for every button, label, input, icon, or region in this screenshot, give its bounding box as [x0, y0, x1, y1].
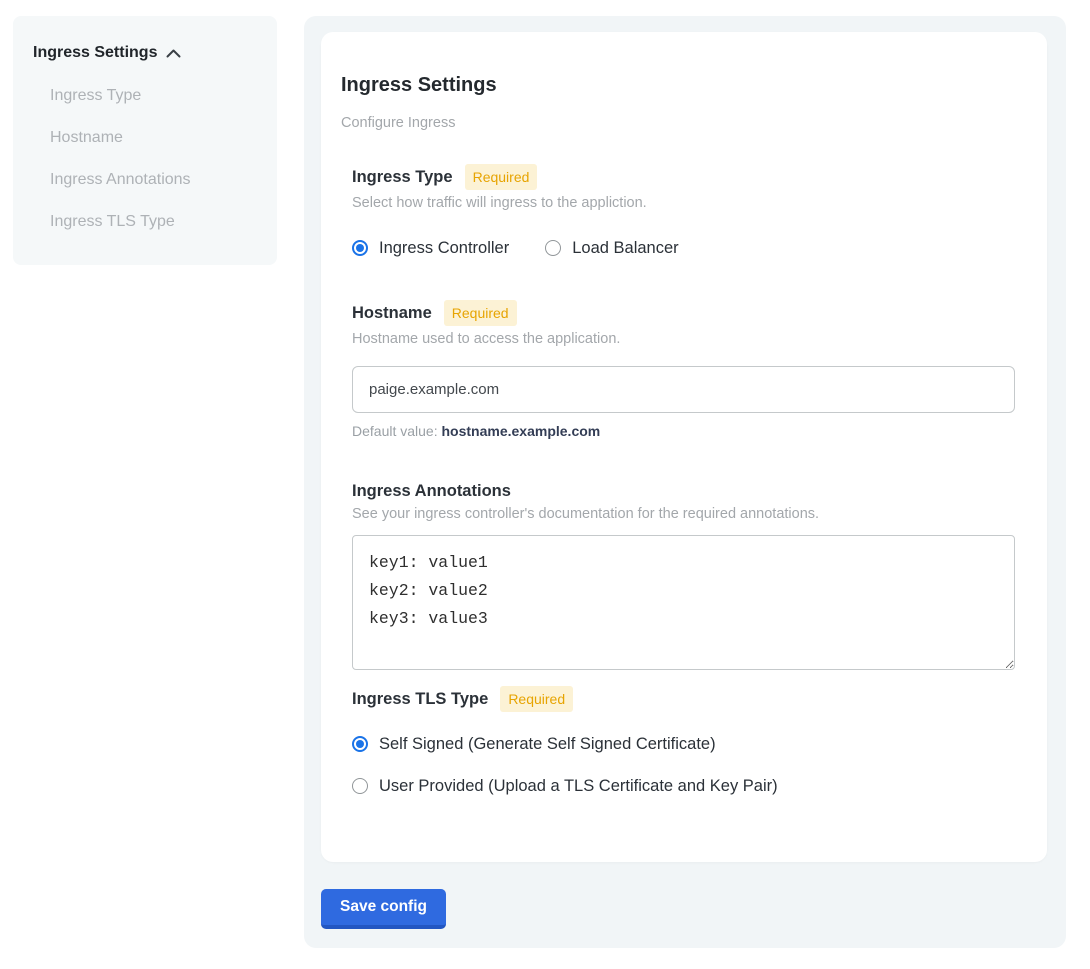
radio-option-ingress-controller[interactable]: Ingress Controller: [352, 238, 509, 258]
required-badge: Required: [444, 300, 517, 326]
sidebar-group-ingress-settings[interactable]: Ingress Settings: [33, 44, 257, 62]
required-badge: Required: [465, 164, 538, 190]
section-ingress-annotations: Ingress Annotations See your ingress con…: [352, 481, 1027, 670]
sidebar-item-ingress-annotations[interactable]: Ingress Annotations: [50, 171, 257, 189]
radio-option-self-signed[interactable]: Self Signed (Generate Self Signed Certif…: [352, 734, 1027, 754]
radio-label[interactable]: Self Signed (Generate Self Signed Certif…: [379, 734, 716, 754]
radio-option-user-provided[interactable]: User Provided (Upload a TLS Certificate …: [352, 776, 1027, 796]
sidebar-group-label: Ingress Settings: [33, 44, 157, 62]
radio-button-icon[interactable]: [352, 240, 368, 256]
radio-option-load-balancer[interactable]: Load Balancer: [545, 238, 678, 258]
save-config-button[interactable]: Save config: [321, 889, 446, 929]
section-help-text: See your ingress controller's documentat…: [352, 505, 1027, 523]
default-value-text: hostname.example.com: [442, 423, 601, 439]
ingress-annotations-textarea[interactable]: key1: value1 key2: value2 key3: value3: [352, 535, 1015, 670]
section-heading-ingress-tls-type: Ingress TLS Type Required: [352, 686, 1027, 712]
section-label: Hostname: [352, 303, 432, 323]
radio-label[interactable]: Ingress Controller: [379, 238, 509, 258]
radio-label[interactable]: Load Balancer: [572, 238, 678, 258]
hostname-default-line: Default value: hostname.example.com: [352, 423, 1027, 440]
page-subtitle: Configure Ingress: [341, 114, 1027, 132]
section-help-text: Hostname used to access the application.: [352, 330, 1027, 348]
config-panel: Ingress Settings Configure Ingress Ingre…: [304, 16, 1066, 948]
radio-label[interactable]: User Provided (Upload a TLS Certificate …: [379, 776, 778, 796]
section-ingress-tls-type: Ingress TLS Type Required Self Signed (G…: [352, 686, 1027, 796]
page-title: Ingress Settings: [341, 73, 1027, 97]
section-ingress-type: Ingress Type Required Select how traffic…: [352, 164, 1027, 258]
sidebar-item-list: Ingress Type Hostname Ingress Annotation…: [33, 87, 257, 231]
sidebar-item-ingress-tls-type[interactable]: Ingress TLS Type: [50, 213, 257, 231]
section-label: Ingress Type: [352, 167, 453, 187]
radio-button-icon[interactable]: [352, 736, 368, 752]
radio-button-icon[interactable]: [545, 240, 561, 256]
sidebar-item-ingress-type[interactable]: Ingress Type: [50, 87, 257, 105]
section-heading-ingress-annotations: Ingress Annotations: [352, 481, 1027, 501]
default-value-label: Default value:: [352, 423, 438, 439]
section-label: Ingress TLS Type: [352, 689, 488, 709]
hostname-input[interactable]: [352, 366, 1015, 413]
chevron-up-icon: [166, 49, 181, 58]
section-label: Ingress Annotations: [352, 481, 511, 501]
section-help-text: Select how traffic will ingress to the a…: [352, 194, 1027, 212]
section-heading-hostname: Hostname Required: [352, 300, 1027, 326]
config-sections: Ingress Type Required Select how traffic…: [352, 164, 1027, 796]
sidebar-item-hostname[interactable]: Hostname: [50, 129, 257, 147]
section-hostname: Hostname Required Hostname used to acces…: [352, 300, 1027, 440]
radio-button-icon[interactable]: [352, 778, 368, 794]
required-badge: Required: [500, 686, 573, 712]
section-heading-ingress-type: Ingress Type Required: [352, 164, 1027, 190]
ingress-type-radio-group: Ingress Controller Load Balancer: [352, 238, 1027, 258]
config-card: Ingress Settings Configure Ingress Ingre…: [321, 32, 1047, 862]
config-nav-sidebar: Ingress Settings Ingress Type Hostname I…: [13, 16, 277, 265]
